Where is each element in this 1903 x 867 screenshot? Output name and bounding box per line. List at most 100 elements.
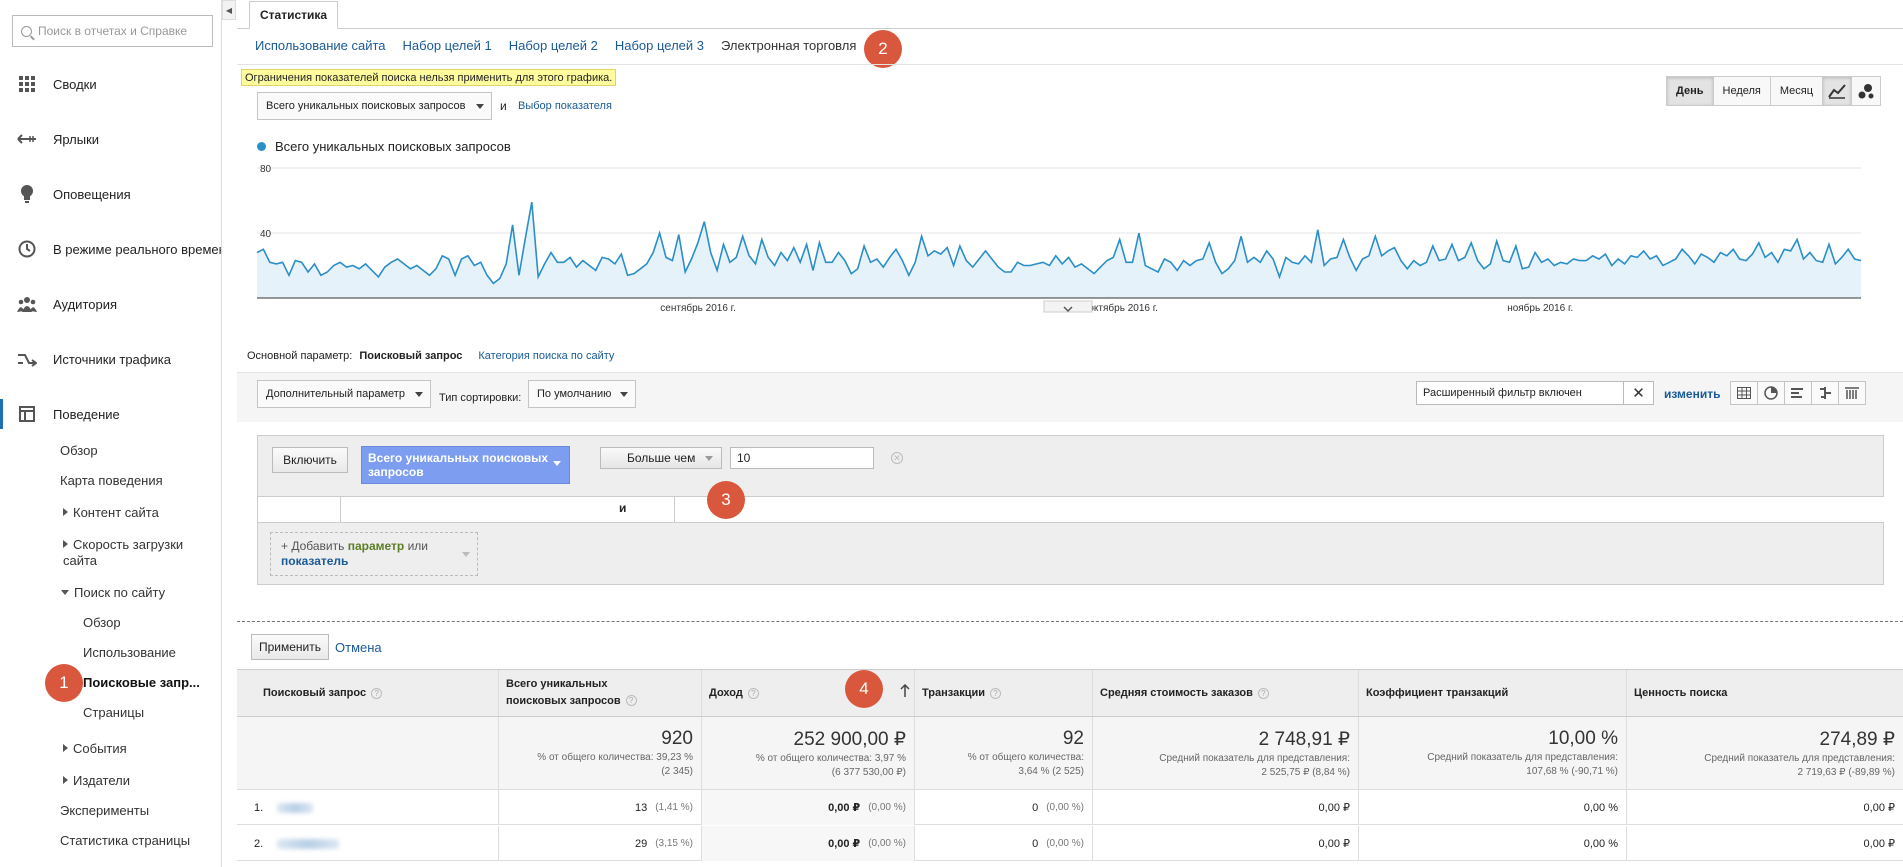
dimension-search-category[interactable]: Категория поиска по сайту — [478, 350, 614, 362]
col-avg-order-value[interactable]: Средняя стоимость заказов? — [1093, 670, 1359, 716]
filter-metric-dropdown[interactable]: Всего уникальных поисковых запросов — [361, 446, 570, 484]
subtab-ecommerce[interactable]: Электронная торговля — [721, 38, 856, 53]
col-search-term[interactable]: Поисковый запрос? — [237, 670, 499, 716]
help-icon[interactable]: ? — [371, 687, 383, 699]
sidebar-collapse-button[interactable]: ◀ — [222, 0, 236, 20]
sidebar-item-dashboards[interactable]: Сводки — [0, 69, 221, 99]
traffic-arrows-icon — [17, 349, 37, 369]
comparison-view-button[interactable] — [1811, 381, 1839, 405]
sort-type-value: По умолчанию — [537, 388, 612, 400]
redacted-term[interactable] — [277, 838, 340, 849]
secondary-dimension-label: Дополнительный параметр — [266, 388, 405, 400]
behavior-flow-link[interactable]: Карта поведения — [60, 473, 163, 488]
primary-dimension-row: Основной параметр: Поисковый запрос Кате… — [247, 350, 621, 362]
col-transactions[interactable]: Транзакции? — [915, 670, 1093, 716]
total-revenue: 252 900,00 ₽% от общего количества: 3,97… — [702, 717, 915, 789]
advanced-filter-field[interactable]: Расширенный фильтр включен ✕ — [1416, 381, 1654, 405]
edit-filter-link[interactable]: изменить — [1664, 387, 1720, 401]
table-view-toggle — [1730, 381, 1866, 405]
site-search-usage-link[interactable]: Использование — [83, 645, 176, 660]
search-pages-link[interactable]: Страницы — [83, 705, 144, 720]
total-transaction-rate: 10,00 % Средний показатель для представле… — [1359, 717, 1627, 789]
percentage-view-button[interactable] — [1757, 381, 1785, 405]
table-row: 2. 29 (3,15 %) 0,00 ₽ (0,00 %) 0 (0,00 %) 0… — [237, 826, 1903, 861]
line-chart-button[interactable] — [1822, 76, 1852, 106]
sidebar-item-behavior[interactable]: Поведение — [0, 399, 221, 429]
metric-and-label: и — [500, 99, 507, 113]
site-search-link[interactable]: Поиск по сайту — [61, 585, 165, 600]
row-search-term[interactable]: 1. — [237, 790, 499, 825]
filter-metric-value: Всего уникальных поисковых запросов — [368, 451, 549, 479]
behavior-overview-link[interactable]: Обзор — [60, 443, 98, 458]
site-speed-link[interactable]: Скорость загрузки сайта — [63, 537, 213, 569]
sort-type-dropdown[interactable]: По умолчанию — [528, 380, 636, 408]
cancel-filter-link[interactable]: Отмена — [335, 640, 382, 655]
pivot-view-button[interactable] — [1838, 381, 1866, 405]
col-search-value[interactable]: Ценность поиска — [1627, 670, 1903, 716]
filter-divider — [237, 621, 1903, 622]
col-revenue[interactable]: Доход? — [702, 670, 915, 716]
search-input[interactable]: Поиск в отчетах и Справке — [12, 15, 213, 47]
sidebar-item-realtime[interactable]: В режиме реального времени — [0, 234, 221, 264]
bubbles-icon — [1858, 84, 1874, 99]
redacted-term[interactable] — [277, 802, 314, 813]
sidebar-item-acquisition[interactable]: Источники трафика — [0, 344, 221, 374]
row-transaction-rate: 0,00 % — [1359, 790, 1627, 825]
remove-condition-icon[interactable]: ✕ — [891, 452, 903, 464]
motion-chart-button[interactable] — [1851, 76, 1881, 106]
totals-row: 920% от общего количества: 39,23 % (2 345… — [237, 717, 1903, 790]
performance-view-button[interactable] — [1784, 381, 1812, 405]
subtab-site-usage[interactable]: Использование сайта — [255, 38, 386, 53]
add-dimension-or-metric-dropdown[interactable]: + Добавить параметр или показатель — [270, 532, 478, 576]
row-search-term[interactable]: 2. — [237, 826, 499, 861]
events-link[interactable]: События — [63, 741, 127, 756]
help-icon[interactable]: ? — [625, 695, 637, 706]
sidebar-item-shortcuts[interactable]: Ярлыки — [0, 124, 221, 154]
help-icon[interactable]: ? — [990, 687, 1002, 699]
site-search-overview-link[interactable]: Обзор — [83, 615, 121, 630]
total-search-value: 274,89 ₽ Средний показатель для представл… — [1704, 729, 1895, 778]
and-connector-label: и — [619, 501, 627, 515]
help-icon[interactable]: ? — [747, 687, 759, 699]
dimension-search-term[interactable]: Поисковый запрос — [359, 350, 462, 362]
sidebar-item-audience[interactable]: Аудитория — [0, 289, 221, 319]
filter-value-input[interactable]: 10 — [730, 447, 874, 469]
select-metric-link[interactable]: Выбор показателя — [518, 100, 612, 112]
x-tick-label: октябрь 2016 г. — [1088, 302, 1158, 314]
x-tick-label: сентябрь 2016 г. — [660, 302, 736, 314]
apply-filter-button[interactable]: Применить — [251, 634, 329, 660]
callout-badge-4: 4 — [845, 670, 883, 708]
tab-divider — [237, 28, 1903, 29]
include-dropdown[interactable]: Включить — [272, 447, 348, 473]
clear-filter-button[interactable]: ✕ — [1623, 382, 1653, 404]
row-revenue: 0,00 ₽ (0,00 %) — [702, 826, 915, 861]
help-icon[interactable]: ? — [1257, 687, 1269, 699]
search-terms-link[interactable]: Поисковые запр... — [83, 675, 200, 690]
subtab-goal-set-3[interactable]: Набор целей 3 — [615, 38, 704, 53]
col-transaction-rate[interactable]: Коэффициент транзакций — [1359, 670, 1627, 716]
chart-legend: Всего уникальных поисковых запросов — [257, 139, 511, 154]
experiments-link[interactable]: Эксперименты — [60, 803, 149, 818]
site-content-link[interactable]: Контент сайта — [63, 505, 159, 520]
comparator-dropdown[interactable]: Больше чем — [600, 447, 722, 469]
period-month-button[interactable]: Месяц — [1769, 76, 1824, 106]
row-revenue: 0,00 ₽ (0,00 %) — [702, 790, 915, 825]
search-placeholder: Поиск в отчетах и Справке — [38, 24, 188, 38]
period-week-button[interactable]: Неделя — [1712, 76, 1771, 106]
data-view-button[interactable] — [1730, 381, 1758, 405]
tab-statistics[interactable]: Статистика — [249, 1, 339, 29]
secondary-dimension-dropdown[interactable]: Дополнительный параметр — [257, 380, 431, 408]
shortcut-arrow-icon — [17, 129, 37, 149]
subtab-goal-set-1[interactable]: Набор целей 1 — [403, 38, 492, 53]
metric-selector-dropdown[interactable]: Всего уникальных поисковых запросов — [257, 92, 492, 120]
callout-badge-3: 3 — [707, 481, 745, 519]
period-day-button[interactable]: День — [1666, 76, 1714, 106]
chevron-down-icon — [415, 392, 423, 397]
publishers-link[interactable]: Издатели — [63, 773, 130, 788]
sidebar-item-alerts[interactable]: Оповещения — [0, 179, 221, 209]
subtab-goal-set-2[interactable]: Набор целей 2 — [509, 38, 598, 53]
sort-ascending-icon[interactable] — [900, 683, 910, 704]
col-unique-searches[interactable]: Всего уникальных поисковых запросов? — [499, 670, 702, 716]
page-stats-link[interactable]: Статистика страницы — [60, 833, 190, 848]
table-toolbar: Дополнительный параметр Тип сортировки: … — [237, 372, 1903, 422]
